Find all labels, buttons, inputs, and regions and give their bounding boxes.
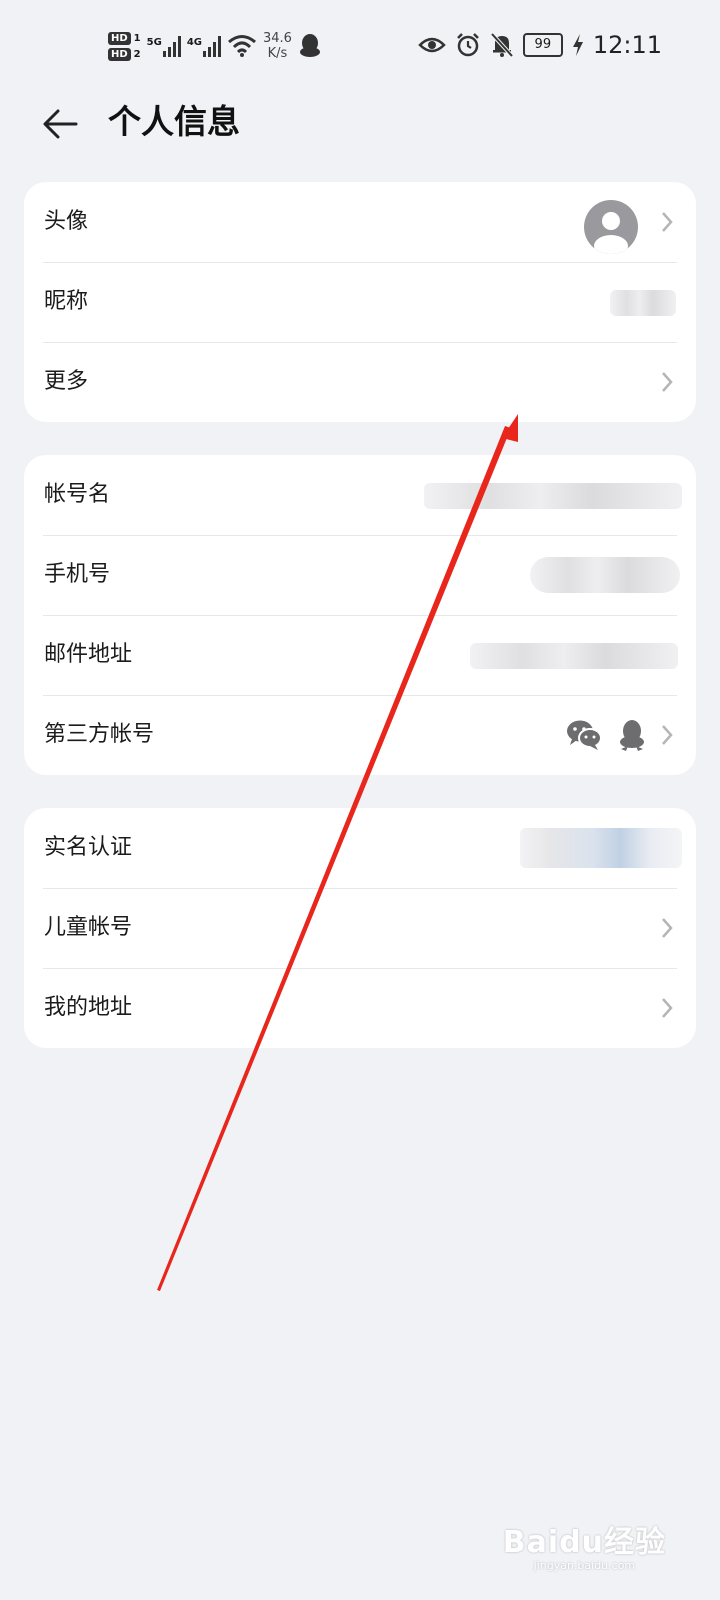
row-nickname-label: 昵称 [44, 289, 89, 314]
profile-card: 头像 昵称 更多 [24, 182, 696, 422]
bell-mute-icon [490, 32, 514, 58]
battery-icon: 99 [522, 33, 563, 57]
chevron-right-icon [662, 212, 673, 232]
row-third-party-label: 第三方帐号 [44, 722, 155, 747]
account-card: 帐号名 手机号 邮件地址 第三方帐号 [24, 455, 696, 775]
row-child-account[interactable]: 儿童帐号 [24, 888, 696, 968]
qq-icon [620, 720, 644, 751]
back-arrow-icon[interactable] [40, 104, 80, 144]
real-name-status-blurred [520, 828, 682, 868]
row-account-name[interactable]: 帐号名 [24, 455, 696, 535]
row-real-name-label: 实名认证 [44, 835, 133, 860]
network-speed: 34.6 K/s [262, 31, 292, 61]
other-card: 实名认证 儿童帐号 我的地址 [24, 808, 696, 1048]
row-email-label: 邮件地址 [44, 642, 133, 667]
row-avatar[interactable]: 头像 [24, 182, 696, 262]
chevron-right-icon [662, 918, 673, 938]
row-avatar-label: 头像 [44, 209, 89, 234]
signal-4g-icon: 4G [187, 35, 221, 57]
row-third-party[interactable]: 第三方帐号 [24, 695, 696, 775]
row-nickname[interactable]: 昵称 [24, 262, 696, 342]
row-account-name-label: 帐号名 [44, 482, 111, 507]
wechat-icon [567, 720, 602, 750]
alarm-icon [456, 33, 479, 57]
row-my-address-label: 我的地址 [44, 995, 133, 1020]
chevron-right-icon [662, 725, 673, 745]
phone-value-blurred [530, 557, 680, 593]
app-bar: 个人信息 [0, 90, 720, 156]
chevron-right-icon [662, 372, 673, 392]
row-more-label: 更多 [44, 369, 89, 394]
watermark: Baidu经验 jingyan.baidu.com [503, 1517, 666, 1572]
row-my-address[interactable]: 我的地址 [24, 968, 696, 1048]
charging-icon [572, 34, 583, 56]
row-phone-label: 手机号 [44, 562, 111, 587]
status-bar: HD 1 HD 2 5G 4G 34.6 K/s 99 12:11 [0, 0, 720, 90]
row-real-name[interactable]: 实名认证 [24, 808, 696, 888]
qq-icon [299, 34, 320, 57]
row-email[interactable]: 邮件地址 [24, 615, 696, 695]
nickname-value-blurred [610, 290, 676, 316]
wifi-icon [228, 35, 256, 57]
page-title: 个人信息 [108, 102, 240, 141]
row-phone[interactable]: 手机号 [24, 535, 696, 615]
signal-5g-icon: 5G [147, 35, 181, 57]
sim1-hd-badge: HD 1 [108, 31, 141, 45]
avatar [584, 200, 638, 254]
row-child-account-label: 儿童帐号 [44, 915, 133, 940]
chevron-right-icon [662, 998, 673, 1018]
eye-icon [418, 37, 446, 53]
clock: 12:11 [592, 31, 662, 59]
account-name-value-blurred [424, 483, 682, 509]
email-value-blurred [470, 643, 678, 669]
watermark-brand: Baidu经验 [502, 1525, 666, 1560]
row-more[interactable]: 更多 [24, 342, 696, 422]
sim2-hd-badge: HD 2 [108, 47, 141, 61]
